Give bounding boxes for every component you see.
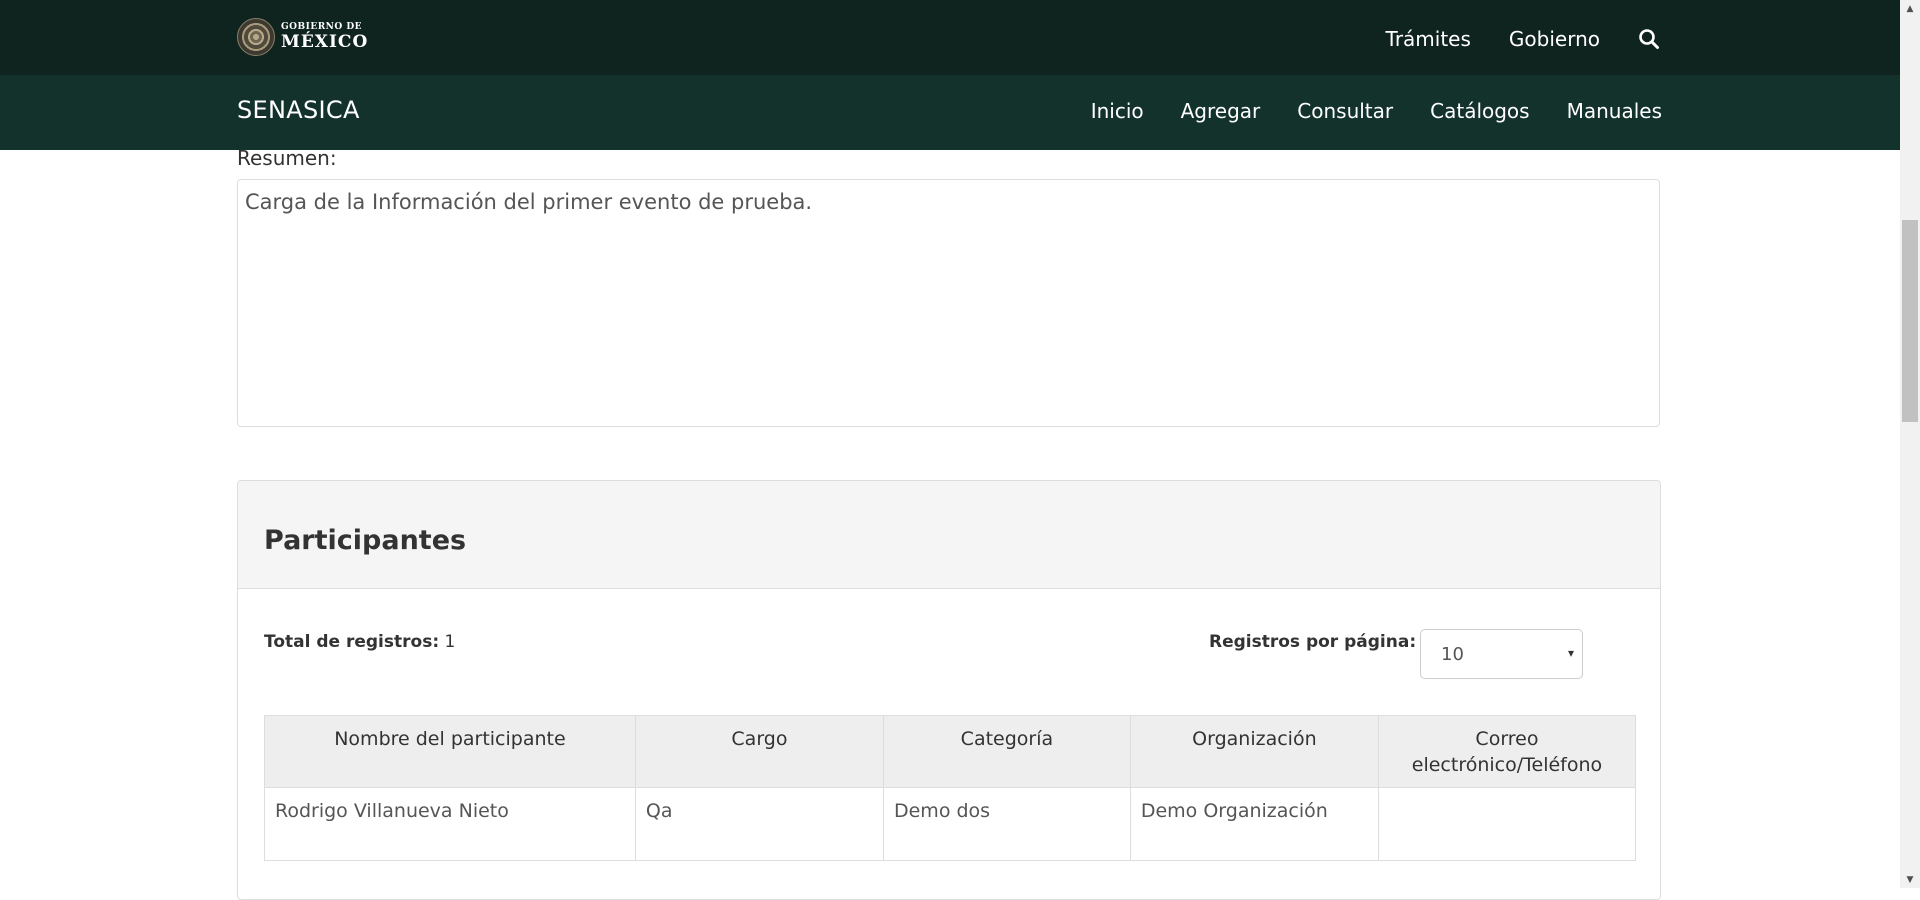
column-header-organizacion[interactable]: Organización <box>1129 715 1379 788</box>
participantes-panel: Participantes Total de registros: 1 Regi… <box>237 480 1661 900</box>
records-per-page-label: Registros por página: <box>1209 632 1417 652</box>
logo-text: GOBIERNO DE MÉXICO <box>281 23 368 51</box>
nav-agregar[interactable]: Agregar <box>1181 99 1261 123</box>
link-gobierno[interactable]: Gobierno <box>1509 27 1600 51</box>
gobierno-mexico-logo[interactable]: GOBIERNO DE MÉXICO <box>237 18 368 56</box>
logo-big-text: MÉXICO <box>281 32 369 52</box>
nav-consultar[interactable]: Consultar <box>1297 99 1393 123</box>
cell-nombre: Rodrigo Villanueva Nieto <box>264 787 636 861</box>
column-header-cargo[interactable]: Cargo <box>634 715 884 788</box>
nav-links: Inicio Agregar Consultar Catálogos Manua… <box>1091 99 1662 123</box>
table-header-row: Nombre del participante Cargo Categoría … <box>264 715 1637 788</box>
column-header-categoria[interactable]: Categoría <box>882 715 1131 788</box>
records-per-page-value: 10 <box>1441 643 1464 665</box>
participants-table: Nombre del participante Cargo Categoría … <box>264 715 1637 861</box>
column-header-correo[interactable]: Correo electrónico/Teléfono <box>1377 715 1637 788</box>
cell-cargo: Qa <box>634 787 884 861</box>
coat-of-arms-icon <box>237 18 275 56</box>
panel-heading: Participantes <box>238 481 1660 589</box>
total-records-label: Total de registros: <box>264 632 440 652</box>
column-header-nombre[interactable]: Nombre del participante <box>264 715 636 788</box>
panel-title: Participantes <box>264 525 467 556</box>
cell-correo <box>1377 787 1637 861</box>
total-records: Total de registros: 1 <box>264 632 455 652</box>
resumen-text: Carga de la Información del primer event… <box>245 190 813 214</box>
resumen-label: Resumen: <box>237 146 337 170</box>
resumen-textarea[interactable]: Carga de la Información del primer event… <box>237 179 1660 427</box>
brand-senasica[interactable]: SENASICA <box>237 96 360 124</box>
scroll-down-arrow-icon[interactable]: ▼ <box>1900 871 1920 888</box>
cell-categoria: Demo dos <box>882 787 1131 861</box>
search-icon[interactable] <box>1638 28 1660 50</box>
cell-organizacion: Demo Organización <box>1129 787 1379 861</box>
nav-manuales[interactable]: Manuales <box>1567 99 1662 123</box>
scroll-up-arrow-icon[interactable]: ▲ <box>1900 0 1920 17</box>
records-per-page-select[interactable]: 10 ▾ <box>1420 629 1583 679</box>
scrollbar-thumb[interactable] <box>1902 220 1918 422</box>
link-tramites[interactable]: Trámites <box>1386 27 1471 51</box>
top-links: Trámites Gobierno <box>1386 0 1660 78</box>
total-records-value: 1 <box>444 632 456 652</box>
nav-inicio[interactable]: Inicio <box>1091 99 1144 123</box>
table-row[interactable]: Rodrigo Villanueva Nieto Qa Demo dos Dem… <box>264 787 1637 861</box>
dropdown-arrow-icon: ▾ <box>1567 646 1574 660</box>
nav-catalogos[interactable]: Catálogos <box>1430 99 1529 123</box>
logo-small-text: GOBIERNO DE <box>281 22 363 32</box>
page-scrollbar[interactable]: ▲ ▼ <box>1900 0 1920 888</box>
